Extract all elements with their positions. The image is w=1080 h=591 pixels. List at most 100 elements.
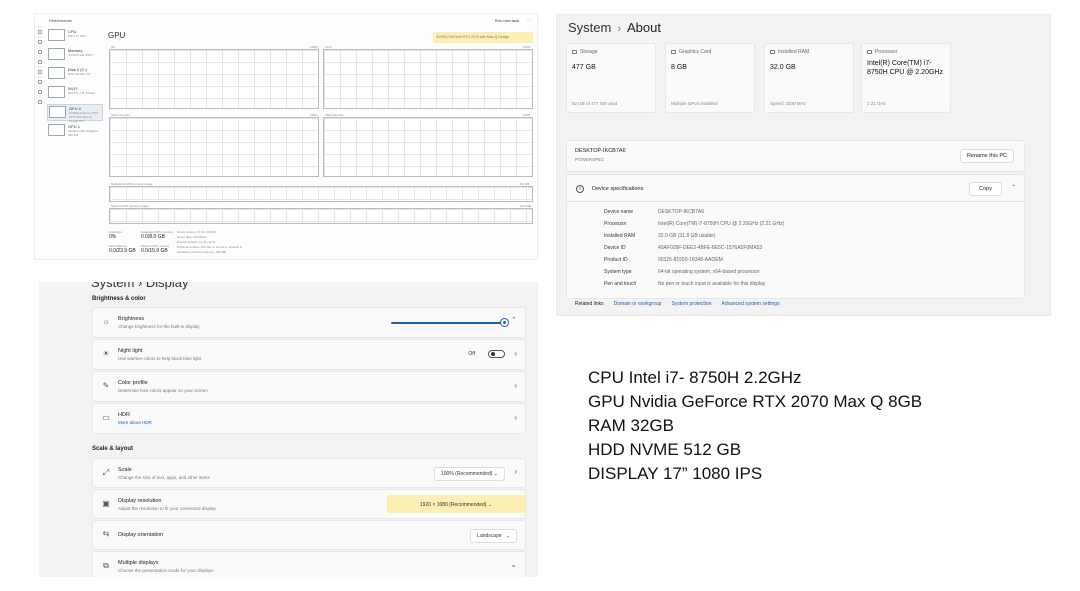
color-profile-row[interactable]: ✎ Color profile Determine how colors app… [92, 371, 526, 402]
spec-key: System type [604, 269, 632, 275]
title-bar: Performance Run new task ··· [35, 14, 537, 26]
device-item-gpu1[interactable]: GPU 1 Intel(R) UHD Graphics 630 0% [47, 123, 103, 140]
brightness-row: ☼ Brightness Change brightness for the b… [92, 307, 526, 338]
spec-row: Pen and touch No pen or touch input is av… [604, 281, 765, 287]
copy-button[interactable]: Copy [969, 182, 1002, 196]
hdr-icon: ▭ [102, 413, 110, 422]
graph-shared-memory [109, 208, 533, 224]
spec-row: System type 64-bit operating system, x64-… [604, 269, 759, 275]
spec-value: 00325-81550-18348-AAOEM [658, 257, 723, 263]
sparkline [48, 29, 65, 41]
hdr-row[interactable]: ▭ HDR More about HDR › [92, 403, 526, 434]
services-icon[interactable] [38, 100, 42, 104]
device-specifications: i Device specifications Copy ⌃ Device nam… [566, 174, 1025, 299]
driver-details: Driver version: 27.21.14.5251 Driver dat… [177, 230, 242, 255]
brightness-slider-thumb[interactable] [501, 319, 508, 326]
graph-video-encode [323, 117, 533, 177]
card-label: Processor [875, 49, 898, 55]
advanced-settings-link[interactable]: Advanced system settings [721, 301, 779, 307]
related-label: Related links [575, 301, 604, 307]
performance-icon[interactable] [38, 50, 42, 54]
domain-workgroup-link[interactable]: Domain or workgroup [614, 301, 662, 307]
resolution-dropdown[interactable]: 1920 × 1080 (Recommended) ⌄ [387, 495, 525, 513]
brightness-slider-track[interactable] [391, 322, 505, 324]
device-item-gpu0[interactable]: GPU 0 NVIDIA GeForce RTX 2070 with Max-Q … [47, 104, 103, 123]
device-name: DESKTOP-IKCB7A6 [575, 148, 626, 154]
row-title: HDR [118, 412, 130, 418]
specs-title[interactable]: Device specifications [592, 186, 643, 192]
spec-value: 64-bit operating system, x64-based proce… [658, 269, 760, 275]
section-heading: Scale & layout [92, 446, 134, 452]
processes-icon[interactable] [38, 40, 42, 44]
menu-icon[interactable] [38, 30, 42, 34]
dropdown-value: Landscape [477, 533, 502, 539]
card-value: 8 GB [671, 64, 687, 71]
spec-value: Intel(R) Core(TM) i7-8750H CPU @ 2.20GHz… [658, 221, 785, 227]
device-item-memory[interactable]: Memory 4.9/31.8 GB (15%) [47, 47, 103, 64]
more-icon[interactable]: ··· [527, 18, 531, 23]
gpu-heading: GPU [108, 31, 126, 40]
users-icon[interactable] [38, 80, 42, 84]
dropdown-value: 100% (Recommended) [440, 471, 493, 477]
stat-gpu-memory: GPU Memory 0.0/23.9 GB [109, 244, 136, 254]
graph-dedicated-memory [109, 186, 533, 202]
orientation-dropdown[interactable]: Landscape ⌄ [470, 529, 517, 543]
history-icon[interactable] [38, 60, 42, 64]
row-title: Display resolution [118, 498, 162, 504]
multiple-displays-row[interactable]: ⧉ Multiple displays Choose the presentat… [92, 551, 526, 577]
chevron-up-icon[interactable]: ⌃ [511, 316, 517, 324]
related-links: Related links Domain or workgroup System… [575, 301, 780, 307]
nav-rail [35, 26, 45, 259]
chevron-right-icon[interactable]: › [514, 413, 517, 422]
orientation-row: ⇆ Display orientation Landscape ⌄ [92, 520, 526, 550]
breadcrumb-parent[interactable]: System [568, 20, 611, 35]
processor-icon [867, 50, 872, 54]
startup-icon[interactable] [38, 70, 42, 74]
details-icon[interactable] [38, 90, 42, 94]
spec-row: Installed RAM 32.0 GB (31.8 GB usable) [604, 233, 716, 239]
sparkline [48, 67, 65, 79]
sparkline [48, 86, 65, 98]
row-subtitle: Determine how colors appear on your scre… [118, 388, 208, 393]
chevron-down-icon[interactable]: ⌄ [510, 560, 517, 569]
scale-dropdown[interactable]: 100% (Recommended) ⌄ [433, 467, 505, 481]
page-title: Performance [49, 18, 72, 23]
device-sub: NVIDIA GeForce RTX 2070 with Max-Q Desig… [69, 111, 99, 123]
night-light-row[interactable]: ☀ Night light Use warmer colors to help … [92, 339, 526, 370]
row-subtitle: Use warmer colors to help block blue lig… [118, 356, 202, 361]
brightness-icon: ☼ [102, 317, 110, 326]
spec-value: 32.0 GB (31.8 GB usable) [658, 233, 716, 239]
stat-dedicated: Dedicated GPU memory 0.0/8.0 GB [141, 230, 174, 240]
run-task-button[interactable]: Run new task [495, 18, 519, 23]
rename-pc-button[interactable]: Rename this PC [959, 149, 1014, 163]
device-item-wifi[interactable]: Wi-Fi Wi-Fi S: 0 R: 0 Kbps [47, 85, 103, 102]
device-list: CPU 2% 2.71 GHz Memory 4.9/31.8 GB (15%) D… [47, 28, 103, 142]
processor-card: Processor Intel(R) Core(TM) i7-8750H CPU… [861, 43, 951, 113]
system-protection-link[interactable]: System protection [671, 301, 711, 307]
device-item-disk[interactable]: Disk 0 (C:) SSD (NVMe) 0% [47, 66, 103, 83]
stat-value: 0.0/23.9 GB [109, 248, 136, 254]
section-heading: Brightness & color [92, 296, 146, 302]
storage-icon [572, 50, 577, 54]
graphics-card: Graphics Card 8 GB Multiple GPUs install… [665, 43, 755, 113]
chevron-right-icon[interactable]: › [514, 349, 517, 358]
chevron-right-icon: › [617, 23, 622, 35]
breadcrumb: System › About [568, 20, 661, 35]
hdr-link[interactable]: More about HDR [118, 420, 152, 425]
device-item-cpu[interactable]: CPU 2% 2.71 GHz [47, 28, 103, 45]
graphics-card-icon [671, 50, 676, 54]
chevron-up-icon[interactable]: ⌃ [1011, 184, 1016, 191]
stat-utilization: Utilization 0% [109, 230, 122, 240]
chevron-right-icon[interactable]: › [514, 467, 517, 476]
dropdown-value: 1920 × 1080 (Recommended) [419, 502, 487, 508]
row-subtitle: Adjust the resolution to fit your connec… [118, 506, 216, 511]
spec-row: Device name DESKTOP-IKCB7A6 [604, 209, 704, 215]
sparkline [48, 48, 65, 60]
ram-card: Installed RAM 32.0 GB Speed: 3200 MHz [764, 43, 854, 113]
spec-line-display: DISPLAY 17” 1080 IPS [588, 464, 763, 483]
orientation-icon: ⇆ [102, 529, 110, 538]
brush-icon: ✎ [102, 381, 110, 390]
chevron-right-icon[interactable]: › [514, 381, 517, 390]
night-light-toggle[interactable] [488, 350, 505, 358]
info-icon: i [576, 185, 584, 193]
